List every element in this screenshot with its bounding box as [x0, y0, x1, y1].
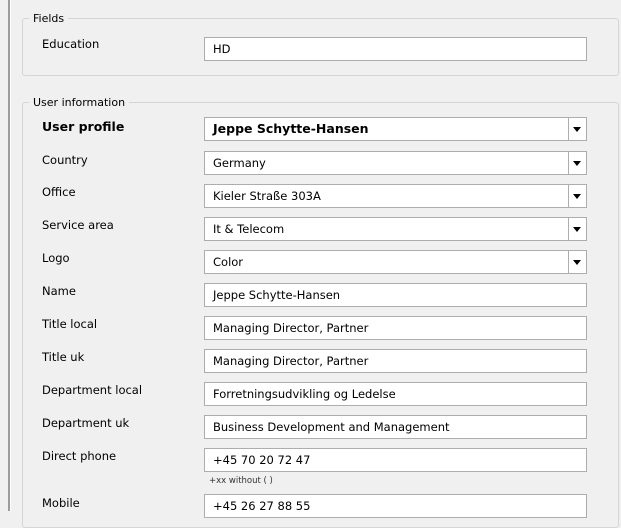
- office-label: Office: [42, 185, 76, 199]
- chevron-down-icon[interactable]: [568, 218, 586, 240]
- department-local-label: Department local: [42, 383, 143, 397]
- mobile-label: Mobile: [42, 496, 80, 510]
- office-value: Kieler Straße 303A: [213, 189, 321, 203]
- direct-phone-hint: +xx without ( ): [209, 476, 273, 486]
- education-label: Education: [42, 37, 100, 51]
- chevron-down-icon[interactable]: [568, 118, 586, 140]
- chevron-down-icon[interactable]: [568, 152, 586, 174]
- department-uk-field[interactable]: Business Development and Management: [204, 415, 587, 439]
- service-area-label: Service area: [42, 218, 114, 232]
- title-local-field[interactable]: Managing Director, Partner: [204, 316, 587, 340]
- window-left-border-highlight: [10, 0, 11, 511]
- department-uk-label: Department uk: [42, 416, 130, 430]
- department-local-field[interactable]: Forretningsudvikling og Ledelse: [204, 382, 587, 406]
- logo-select[interactable]: Color: [204, 250, 587, 274]
- user-profile-value: Jeppe Schytte-Hansen: [213, 121, 369, 136]
- education-field[interactable]: HD: [204, 37, 587, 61]
- title-local-label: Title local: [42, 317, 98, 331]
- mobile-field[interactable]: +45 26 27 88 55: [204, 494, 587, 518]
- service-area-value: It & Telecom: [213, 222, 285, 236]
- title-uk-field[interactable]: Managing Director, Partner: [204, 349, 587, 373]
- country-select[interactable]: Germany: [204, 151, 587, 175]
- direct-phone-label: Direct phone: [42, 449, 117, 463]
- user-information-group-title: User information: [33, 96, 126, 109]
- user-profile-label: User profile: [42, 119, 125, 134]
- user-profile-select[interactable]: Jeppe Schytte-Hansen: [204, 117, 587, 141]
- country-value: Germany: [213, 156, 266, 170]
- chevron-down-icon[interactable]: [568, 185, 586, 207]
- direct-phone-field[interactable]: +45 70 20 72 47: [204, 448, 587, 472]
- office-select[interactable]: Kieler Straße 303A: [204, 184, 587, 208]
- title-uk-label: Title uk: [42, 350, 85, 364]
- name-label: Name: [42, 284, 76, 298]
- fields-group-title: Fields: [33, 12, 65, 25]
- country-label: Country: [42, 153, 88, 167]
- chevron-down-icon[interactable]: [568, 251, 586, 273]
- name-field[interactable]: Jeppe Schytte-Hansen: [204, 283, 587, 307]
- logo-value: Color: [213, 255, 244, 269]
- logo-label: Logo: [42, 251, 70, 265]
- service-area-select[interactable]: It & Telecom: [204, 217, 587, 241]
